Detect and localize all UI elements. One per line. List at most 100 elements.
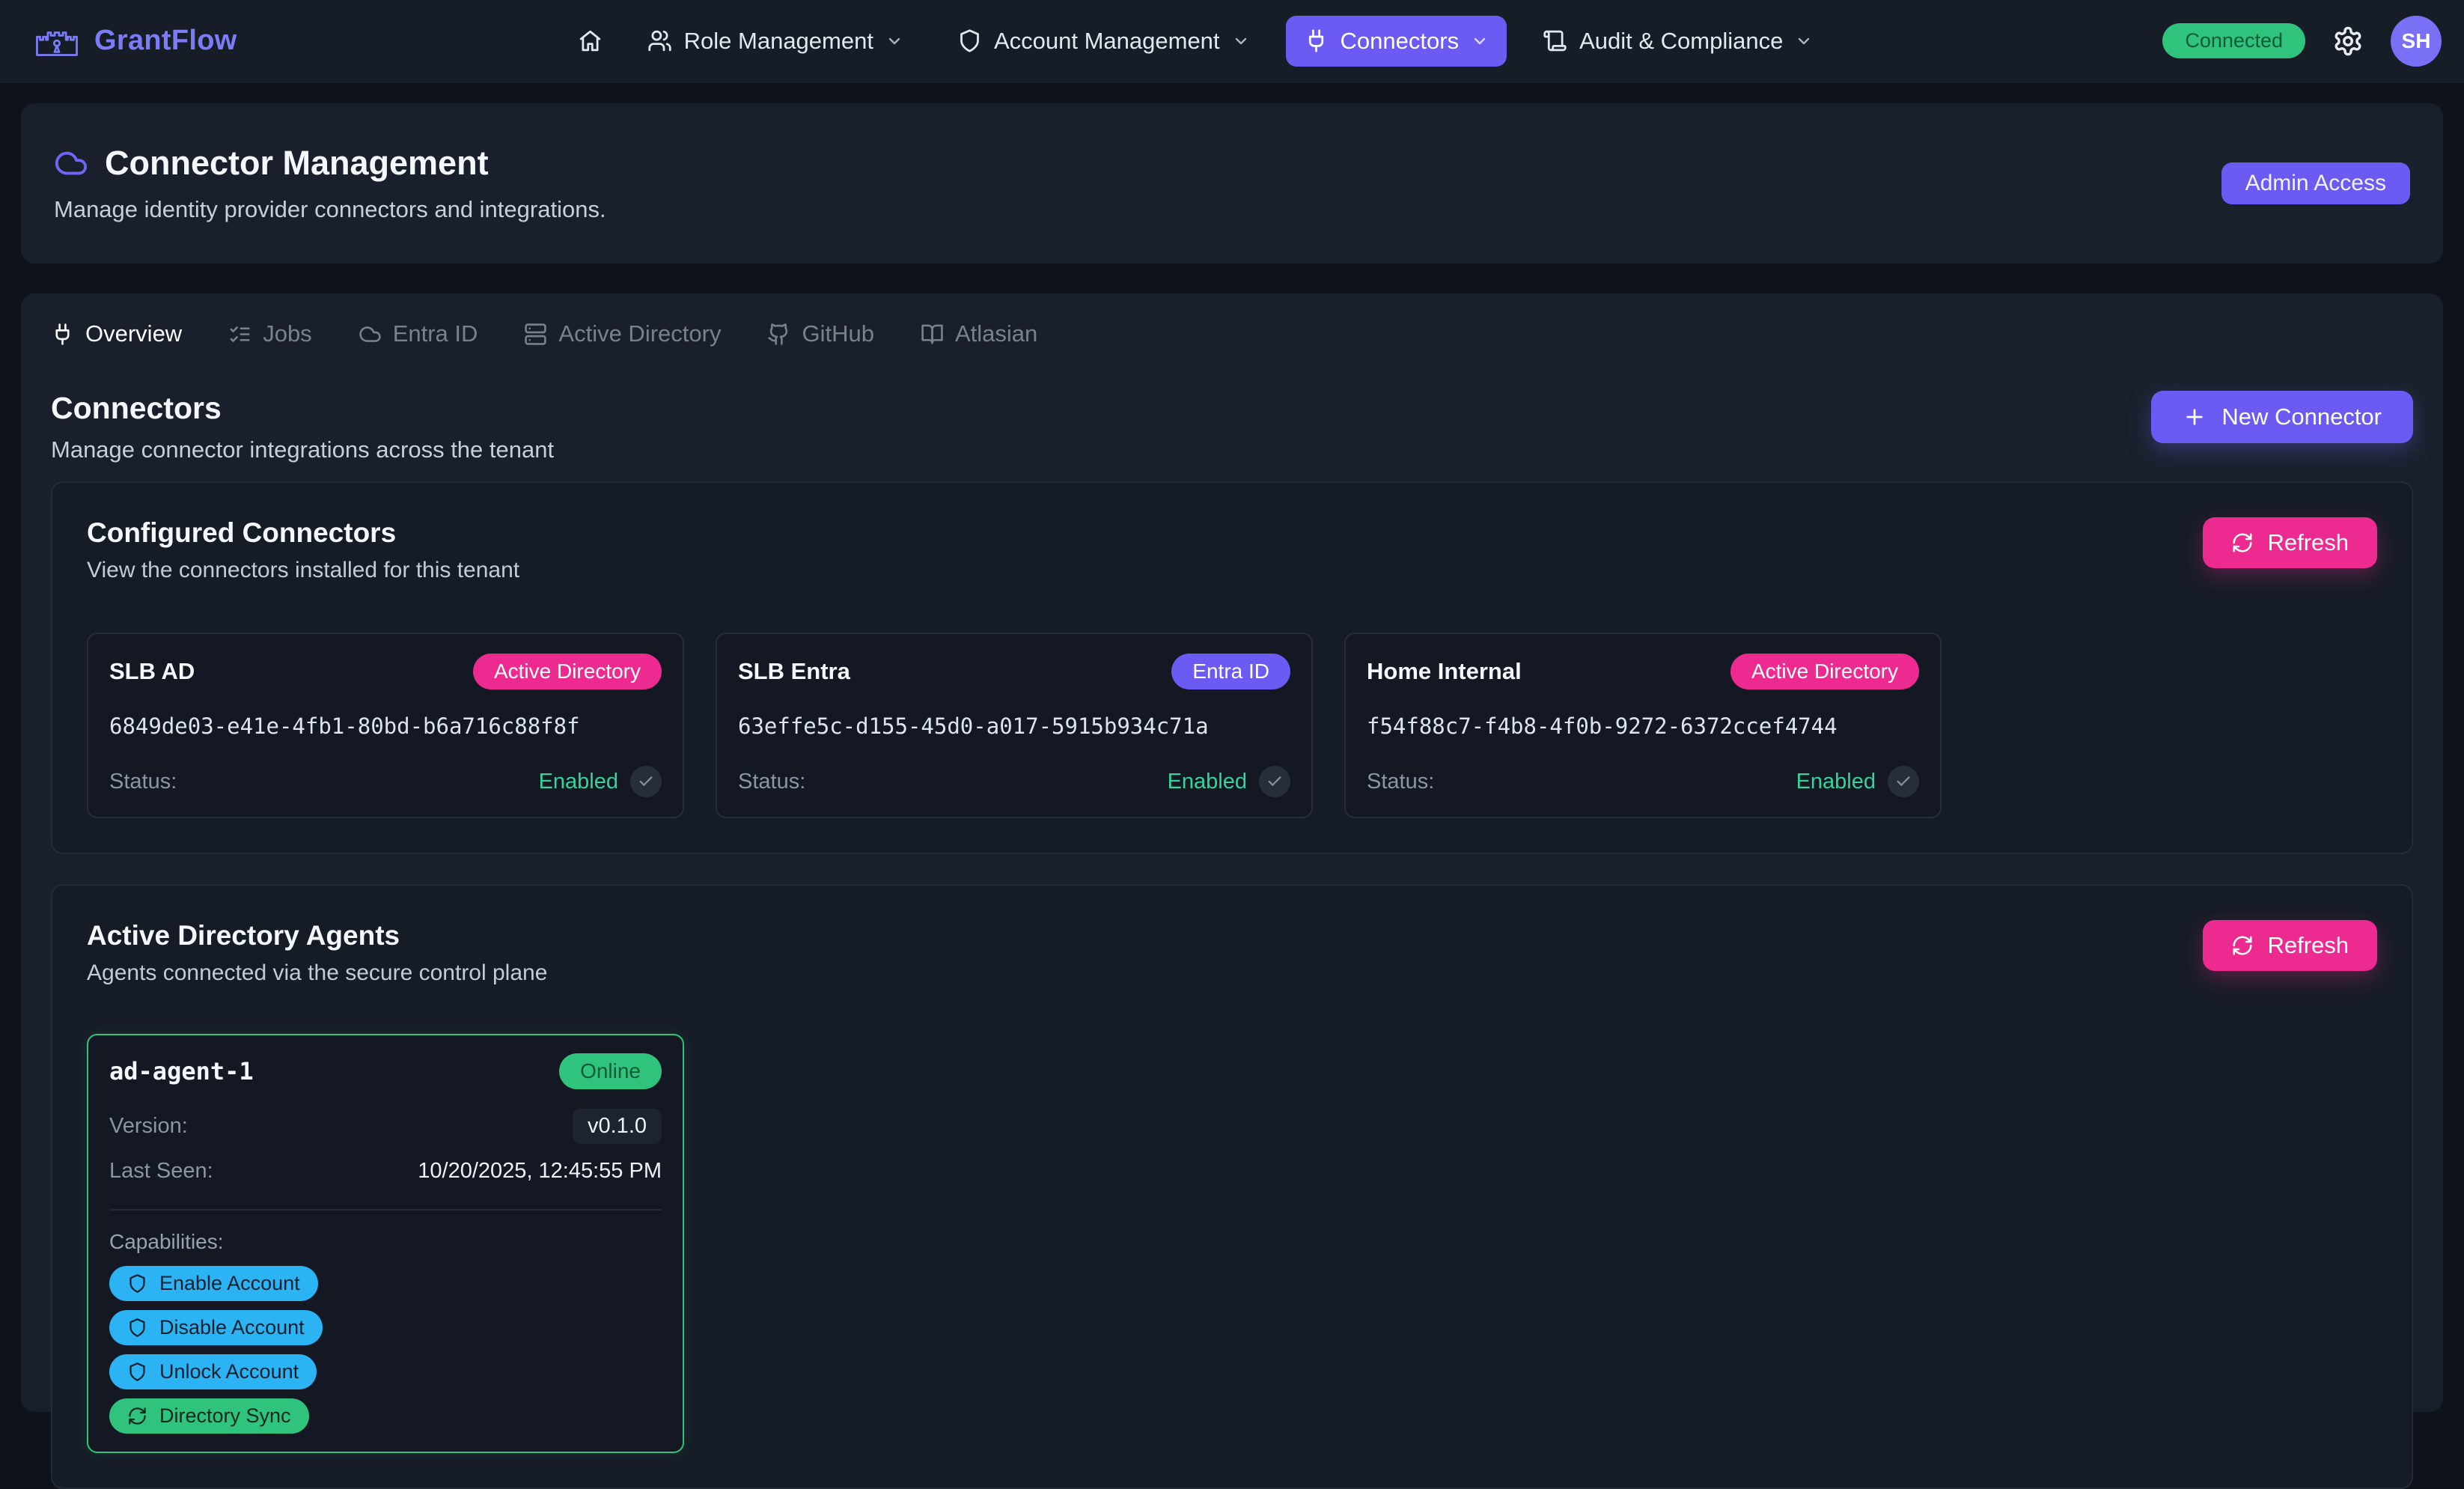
tab-label: Overview xyxy=(85,320,182,347)
nav-home[interactable] xyxy=(569,16,612,65)
nav-connectors[interactable]: Connectors xyxy=(1286,16,1507,67)
chevron-down-icon xyxy=(1471,32,1489,50)
home-icon xyxy=(578,28,603,53)
connector-card[interactable]: SLB Entra Entra ID 63effe5c-d155-45d0-a0… xyxy=(716,633,1313,818)
admin-access-badge[interactable]: Admin Access xyxy=(2221,162,2410,204)
nav-role-management[interactable]: Role Management xyxy=(629,16,921,67)
check-icon xyxy=(638,773,654,790)
status-label: Status: xyxy=(738,770,805,794)
top-navbar: GrantFlow Role Management Account Manage… xyxy=(0,0,2464,82)
main-panel: Overview Jobs Entra ID Active Directory … xyxy=(21,293,2443,1412)
nav-label: Role Management xyxy=(684,28,873,55)
chevron-down-icon xyxy=(1795,32,1813,50)
enabled-toggle[interactable] xyxy=(1259,766,1290,797)
book-open-icon xyxy=(921,323,944,346)
connector-type-badge: Active Directory xyxy=(473,654,662,689)
check-icon xyxy=(1895,773,1912,790)
connection-status-badge: Connected xyxy=(2162,23,2305,58)
nav-label: Audit & Compliance xyxy=(1579,28,1783,55)
section-title: Active Directory Agents xyxy=(87,920,547,951)
new-connector-button[interactable]: New Connector xyxy=(2151,391,2413,443)
connector-name: Home Internal xyxy=(1367,658,1522,685)
connector-type-badge: Active Directory xyxy=(1730,654,1919,689)
capability-label: Directory Sync xyxy=(159,1404,291,1428)
capability-disable-account[interactable]: Disable Account xyxy=(109,1310,323,1345)
tab-entra-id[interactable]: Entra ID xyxy=(359,320,478,347)
capability-label: Unlock Account xyxy=(159,1360,299,1383)
nav-label: Connectors xyxy=(1341,28,1460,55)
tab-active-directory[interactable]: Active Directory xyxy=(524,320,721,347)
section-subtitle: Agents connected via the secure control … xyxy=(87,960,547,986)
capability-unlock-account[interactable]: Unlock Account xyxy=(109,1354,317,1389)
list-checks-icon xyxy=(228,323,251,346)
section-title: Configured Connectors xyxy=(87,517,519,549)
nav-label: Account Management xyxy=(994,28,1220,55)
connector-name: SLB Entra xyxy=(738,658,850,685)
refresh-agents-button[interactable]: Refresh xyxy=(2203,920,2377,971)
connector-card[interactable]: Home Internal Active Directory f54f88c7-… xyxy=(1344,633,1942,818)
avatar[interactable]: SH xyxy=(2391,16,2442,67)
capability-enable-account[interactable]: Enable Account xyxy=(109,1266,318,1301)
scroll-icon xyxy=(1543,28,1567,53)
tab-overview[interactable]: Overview xyxy=(51,320,182,347)
tab-atlasian[interactable]: Atlasian xyxy=(921,320,1037,347)
refresh-icon xyxy=(2231,934,2254,957)
tab-jobs[interactable]: Jobs xyxy=(228,320,311,347)
nav-audit-compliance[interactable]: Audit & Compliance xyxy=(1525,16,1831,67)
github-icon xyxy=(767,323,790,346)
agent-name: ad-agent-1 xyxy=(109,1057,254,1085)
section-subtitle: View the connectors installed for this t… xyxy=(87,558,519,583)
tab-label: Entra ID xyxy=(393,320,478,347)
plug-icon xyxy=(51,323,74,346)
overview-header: Connectors Manage connector integrations… xyxy=(51,391,2413,463)
status-value: Enabled xyxy=(539,770,618,794)
brand-name: GrantFlow xyxy=(94,25,237,57)
refresh-label: Refresh xyxy=(2267,529,2349,556)
chevron-down-icon xyxy=(1232,32,1250,50)
connector-card[interactable]: SLB AD Active Directory 6849de03-e41e-4f… xyxy=(87,633,684,818)
tab-label: Atlasian xyxy=(955,320,1037,347)
capability-label: Enable Account xyxy=(159,1272,300,1295)
shield-icon xyxy=(957,28,982,53)
plug-icon xyxy=(1304,28,1329,53)
refresh-label: Refresh xyxy=(2267,932,2349,959)
brand-logo[interactable]: GrantFlow xyxy=(34,25,237,57)
status-label: Status: xyxy=(109,770,177,794)
capability-chips: Enable Account Disable Account Unlock Ac… xyxy=(109,1266,498,1434)
cloud-icon xyxy=(359,323,382,346)
capability-directory-sync[interactable]: Directory Sync xyxy=(109,1398,309,1434)
connector-id: 63effe5c-d155-45d0-a017-5915b934c71a xyxy=(738,713,1290,739)
shield-icon xyxy=(127,1318,147,1338)
server-icon xyxy=(524,323,547,346)
gear-icon[interactable] xyxy=(2332,25,2364,57)
navbar-right: Connected SH xyxy=(2162,16,2442,67)
refresh-connectors-button[interactable]: Refresh xyxy=(2203,517,2377,568)
ad-agents-section: Active Directory Agents Agents connected… xyxy=(51,884,2413,1489)
tab-github[interactable]: GitHub xyxy=(767,320,873,347)
capabilities-label: Capabilities: xyxy=(109,1230,662,1254)
refresh-icon xyxy=(127,1406,147,1426)
chevron-down-icon xyxy=(885,32,903,50)
last-seen-label: Last Seen: xyxy=(109,1159,213,1184)
agent-card[interactable]: ad-agent-1 Online Version: v0.1.0 Last S… xyxy=(87,1034,684,1453)
nav-account-management[interactable]: Account Management xyxy=(939,16,1268,67)
connector-type-badge: Entra ID xyxy=(1171,654,1290,689)
connector-id: f54f88c7-f4b8-4f0b-9272-6372ccef4744 xyxy=(1367,713,1919,739)
enabled-toggle[interactable] xyxy=(1888,766,1919,797)
page-header-left: Connector Management Manage identity pro… xyxy=(54,144,606,223)
status-value: Enabled xyxy=(1796,770,1876,794)
overview-subtitle: Manage connector integrations across the… xyxy=(51,436,554,463)
divider xyxy=(109,1209,662,1211)
enabled-toggle[interactable] xyxy=(630,766,662,797)
main-nav: Role Management Account Management Conne… xyxy=(569,16,1832,67)
page-subtitle: Manage identity provider connectors and … xyxy=(54,196,606,223)
page-header-panel: Connector Management Manage identity pro… xyxy=(21,103,2443,264)
users-icon xyxy=(647,28,672,53)
connector-name: SLB AD xyxy=(109,658,195,685)
shield-icon xyxy=(127,1273,147,1294)
connector-id: 6849de03-e41e-4fb1-80bd-b6a716c88f8f xyxy=(109,713,662,739)
new-connector-label: New Connector xyxy=(2221,404,2382,430)
status-value: Enabled xyxy=(1168,770,1247,794)
version-label: Version: xyxy=(109,1114,188,1139)
last-seen-value: 10/20/2025, 12:45:55 PM xyxy=(418,1159,662,1184)
